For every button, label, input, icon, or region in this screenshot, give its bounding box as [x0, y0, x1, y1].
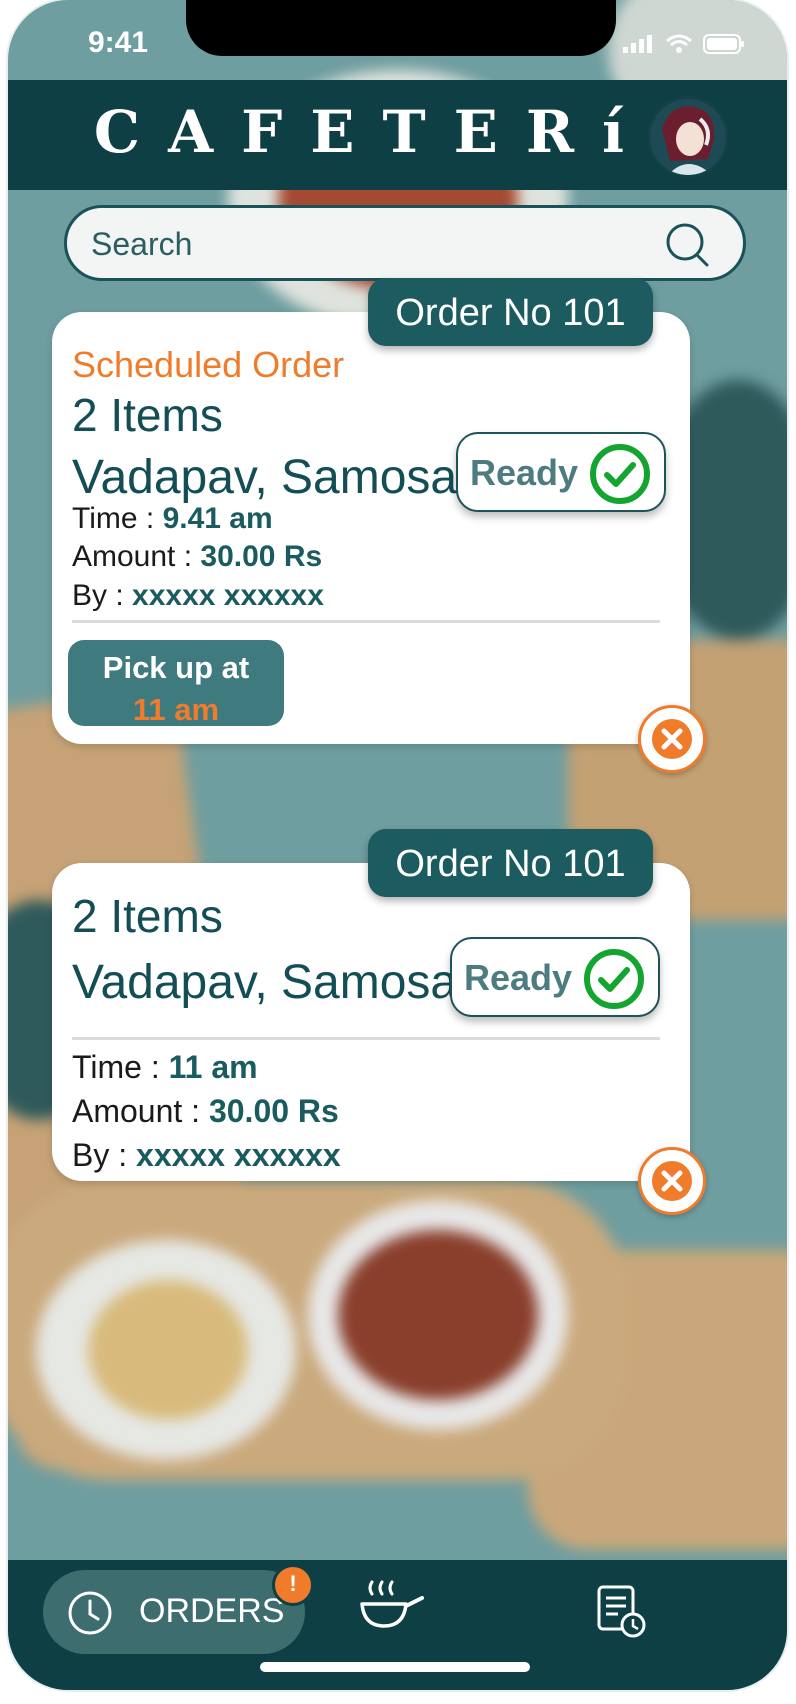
close-icon: [652, 719, 692, 759]
items-count: 2 Items: [72, 389, 223, 441]
time-value: 11 am: [168, 1049, 258, 1085]
cooking-pan-icon[interactable]: [358, 1578, 426, 1638]
order-card[interactable]: Scheduled Order 2 Items Vadapav, Samosa …: [52, 312, 690, 744]
by-value: xxxxx xxxxxx: [132, 579, 324, 612]
nav-orders-tab[interactable]: ORDERS: [43, 1570, 305, 1654]
amount-label: Amount :: [72, 540, 201, 573]
status-icons: [623, 34, 745, 54]
order-amount-row: Amount : 30.00 Rs: [72, 540, 322, 574]
cancel-order-button[interactable]: [638, 1147, 706, 1215]
order-number-tag: Order No 101: [368, 278, 653, 346]
home-indicator: [260, 1662, 530, 1672]
order-time-row: Time : 9.41 am: [72, 502, 273, 536]
scheduled-order-label: Scheduled Order: [72, 344, 345, 385]
check-circle-icon: [590, 444, 650, 504]
profile-avatar[interactable]: [647, 96, 729, 178]
ready-label: Ready: [470, 452, 579, 493]
pickup-label: Pick up at: [102, 650, 250, 685]
items-list: Vadapav, Samosa: [72, 956, 458, 1009]
search-input[interactable]: [89, 220, 653, 268]
bottom-navigation: ORDERS !: [8, 1560, 787, 1690]
notification-badge: !: [272, 1564, 314, 1606]
close-icon: [652, 1161, 692, 1201]
search-icon[interactable]: [665, 222, 711, 268]
battery-icon: [703, 34, 744, 54]
order-number-tag: Order No 101: [368, 829, 653, 897]
order-by-row: By : xxxxx xxxxxx: [72, 1137, 341, 1174]
ready-label: Ready: [464, 957, 573, 998]
search-bar[interactable]: [64, 205, 746, 281]
amount-value: 30.00 Rs: [200, 540, 323, 573]
phone-frame: 9:41 CAFETERíA Search Order No 101 Sched…: [8, 0, 787, 1690]
card-divider: [72, 620, 660, 623]
time-value: 9.41 am: [162, 502, 273, 535]
by-value: xxxxx xxxxxx: [136, 1137, 341, 1173]
check-circle-icon: [584, 949, 644, 1009]
ready-status-button[interactable]: Ready: [450, 937, 660, 1017]
items-count: 2 Items: [72, 890, 223, 942]
cancel-order-button[interactable]: [638, 705, 706, 773]
amount-label: Amount :: [72, 1093, 209, 1129]
avatar-image: [650, 99, 726, 175]
status-time: 9:41: [88, 26, 149, 59]
amount-value: 30.00 Rs: [208, 1093, 339, 1129]
order-by-row: By : xxxxx xxxxxx: [72, 579, 324, 613]
clock-icon: [68, 1591, 112, 1635]
order-amount-row: Amount : 30.00 Rs: [72, 1093, 339, 1130]
signal-icon: [623, 35, 652, 53]
time-label: Time :: [72, 502, 163, 535]
order-time-row: Time : 11 am: [72, 1049, 258, 1086]
order-history-icon[interactable]: [596, 1584, 648, 1640]
items-list: Vadapav, Samosa: [72, 451, 458, 504]
pickup-time-button[interactable]: Pick up at 11 am: [68, 640, 284, 727]
ready-status-button[interactable]: Ready: [456, 432, 666, 512]
pickup-time: 11 am: [132, 692, 220, 727]
by-label: By :: [72, 579, 133, 612]
notch: [186, 0, 616, 56]
order-card[interactable]: 2 Items Vadapav, Samosa Ready Time : 11 …: [52, 863, 690, 1181]
time-label: Time :: [72, 1049, 169, 1085]
status-bar: 9:41: [8, 0, 787, 80]
app-header: CAFETERíA: [8, 80, 787, 190]
wifi-icon: [666, 34, 692, 53]
card-divider: [72, 1037, 660, 1040]
by-label: By :: [72, 1137, 137, 1173]
nav-orders-label: ORDERS: [139, 1592, 285, 1630]
